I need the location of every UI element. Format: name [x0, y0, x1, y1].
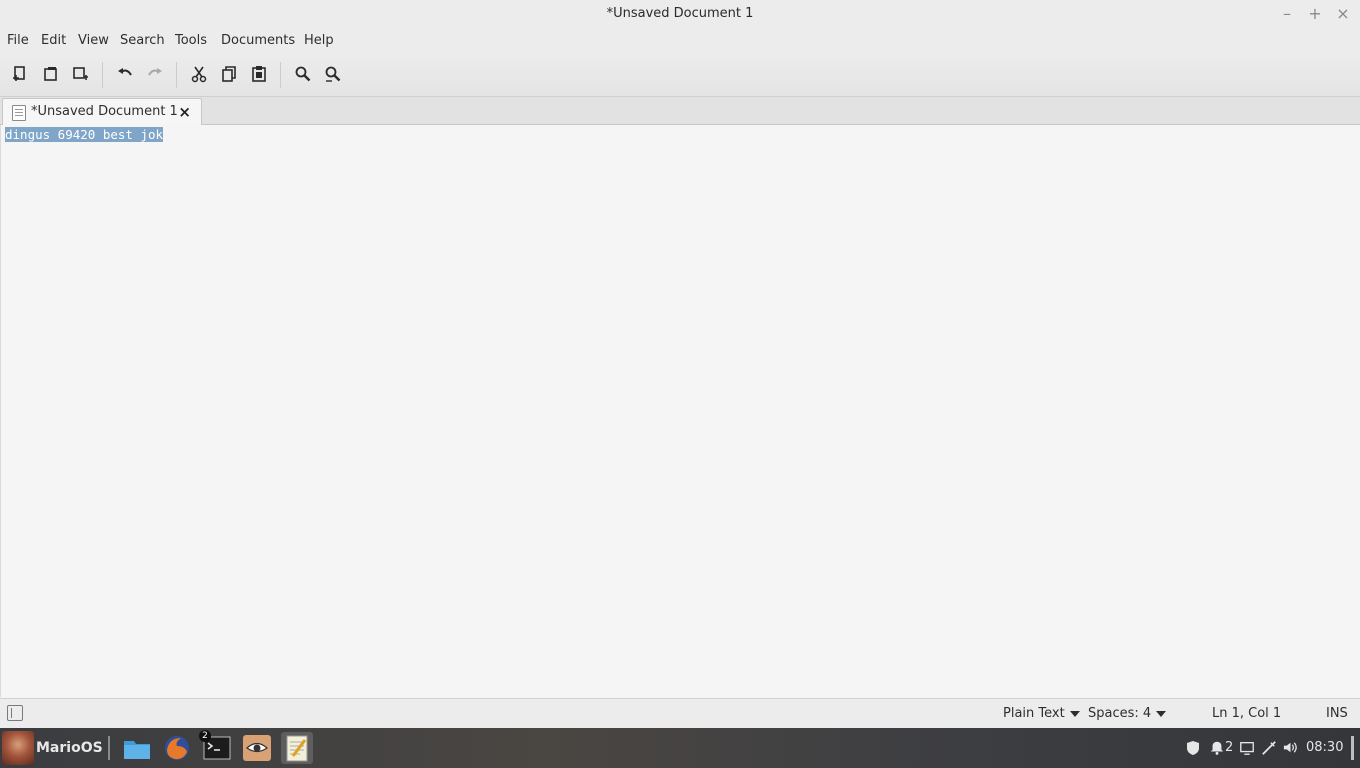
- undo-button[interactable]: [114, 63, 136, 85]
- menu-file[interactable]: File: [7, 28, 29, 54]
- volume-icon[interactable]: [1282, 728, 1299, 768]
- file-manager-icon[interactable]: [121, 732, 153, 764]
- cursor-position: Ln 1, Col 1: [1212, 706, 1282, 721]
- text-document-icon: [12, 105, 26, 121]
- selected-text[interactable]: dingus 69420 best jok: [5, 127, 164, 142]
- toolbar-separator: [176, 62, 177, 88]
- new-document-button[interactable]: [9, 63, 31, 85]
- copy-button[interactable]: [218, 63, 240, 85]
- menu-edit[interactable]: Edit: [41, 28, 66, 54]
- text-editor-area[interactable]: dingus 69420 best jok: [0, 125, 1360, 697]
- taskbar-separator: [108, 736, 110, 760]
- chevron-down-icon: [1156, 710, 1167, 717]
- menu-documents[interactable]: Documents: [221, 28, 295, 54]
- image-viewer-eye-icon[interactable]: [241, 732, 273, 764]
- menu-view[interactable]: View: [78, 28, 109, 54]
- firefox-icon[interactable]: [161, 732, 193, 764]
- paste-button[interactable]: [248, 63, 270, 85]
- language-selector[interactable]: Plain Text: [1003, 699, 1080, 729]
- start-menu-label[interactable]: MarioOS: [36, 728, 103, 768]
- copy-icon: [222, 66, 236, 82]
- bell-icon: [1210, 741, 1224, 755]
- security-shield-icon[interactable]: [1184, 728, 1202, 768]
- notifications-tray[interactable]: 2: [1209, 728, 1233, 768]
- open-document-icon: [44, 67, 57, 81]
- chevron-down-icon: [1069, 710, 1080, 717]
- terminal-window-count-badge: 2: [199, 730, 211, 742]
- notifications-count: 2: [1225, 740, 1234, 755]
- indent-selector[interactable]: Spaces: 4: [1088, 699, 1167, 729]
- open-document-button[interactable]: [40, 63, 62, 85]
- close-button[interactable]: ×: [1333, 4, 1353, 24]
- network-disconnected-icon[interactable]: [1261, 728, 1277, 768]
- menu-tools[interactable]: Tools: [175, 28, 207, 54]
- start-menu-avatar-icon[interactable]: [2, 731, 34, 765]
- find-replace-button[interactable]: [322, 63, 344, 85]
- title-bar[interactable]: *Unsaved Document 1 – + ×: [0, 0, 1360, 28]
- minimize-button[interactable]: –: [1277, 4, 1297, 24]
- insert-mode-indicator: INS: [1326, 706, 1348, 721]
- find-button[interactable]: [292, 63, 314, 85]
- menu-search[interactable]: Search: [120, 28, 165, 54]
- display-icon[interactable]: [1239, 728, 1255, 768]
- status-bar: Plain Text Spaces: 4 Ln 1, Col 1 INS: [0, 698, 1360, 729]
- taskbar: MarioOS 2 2 08:30: [0, 728, 1360, 768]
- paste-icon: [252, 66, 266, 82]
- tab-label: *Unsaved Document 1: [31, 104, 178, 119]
- save-document-icon: [73, 67, 88, 80]
- menu-bar: File Edit View Search Tools Documents He…: [0, 28, 1360, 54]
- maximize-button[interactable]: +: [1305, 4, 1325, 24]
- tab-close-icon[interactable]: ×: [178, 99, 191, 125]
- toolbar-separator: [280, 62, 281, 88]
- menu-help[interactable]: Help: [304, 28, 334, 54]
- show-desktop-button[interactable]: [1351, 728, 1354, 768]
- text-editor-icon[interactable]: [281, 732, 313, 764]
- search-icon: [295, 66, 311, 82]
- undo-icon: [118, 68, 132, 76]
- redo-button[interactable]: [144, 63, 166, 85]
- indent-label: Spaces: 4: [1088, 706, 1152, 721]
- clock[interactable]: 08:30: [1306, 728, 1343, 768]
- language-label: Plain Text: [1003, 706, 1065, 721]
- find-replace-icon: [325, 66, 341, 82]
- toolbar-separator: [102, 62, 103, 88]
- redo-icon: [148, 68, 162, 76]
- tab-unsaved-document-1[interactable]: *Unsaved Document 1 ×: [2, 98, 202, 125]
- new-document-icon: [13, 66, 25, 81]
- editor-line-1[interactable]: dingus 69420 best jok: [5, 126, 164, 143]
- side-panel-toggle-icon[interactable]: [7, 705, 23, 721]
- cut-button[interactable]: [188, 63, 210, 85]
- cut-icon: [191, 66, 207, 83]
- window-title: *Unsaved Document 1: [606, 6, 754, 21]
- text-editor-window: *Unsaved Document 1 – + × File Edit View…: [0, 0, 1360, 729]
- document-tab-bar: *Unsaved Document 1 ×: [0, 97, 1360, 125]
- toolbar: [0, 54, 1360, 97]
- save-document-button[interactable]: [70, 63, 92, 85]
